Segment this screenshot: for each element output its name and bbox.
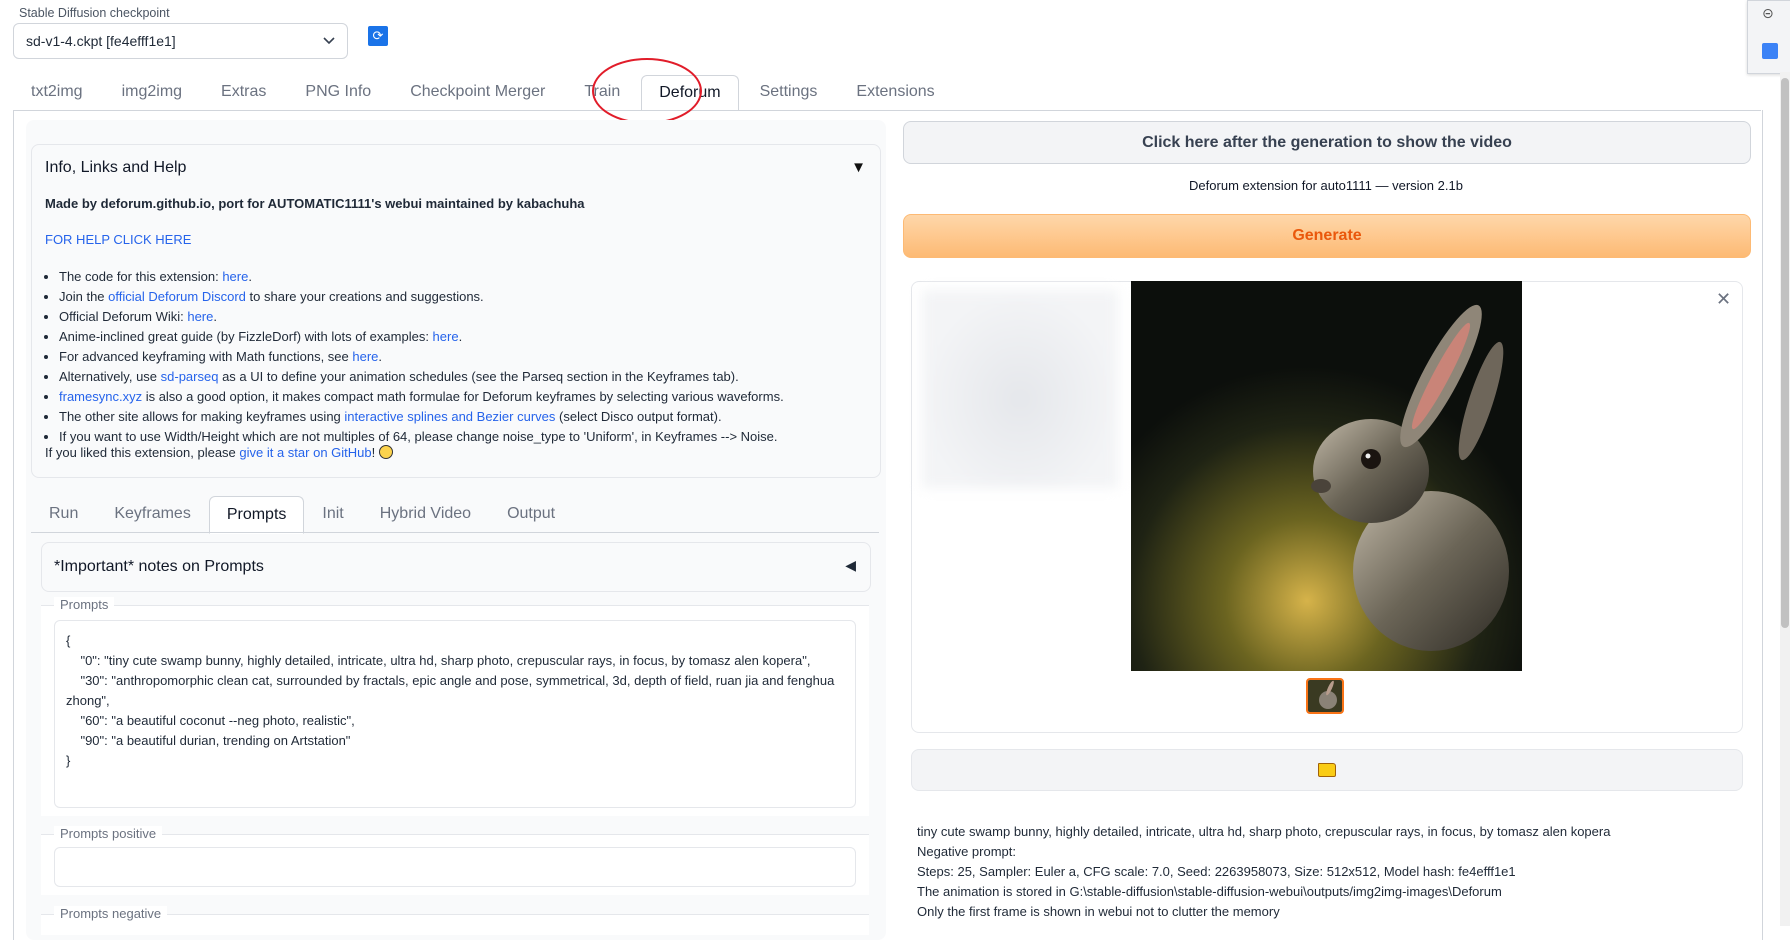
tab-settings[interactable]: Settings bbox=[742, 78, 836, 106]
triangle-down-icon[interactable]: ▼ bbox=[851, 159, 866, 176]
gallery-thumbnail[interactable] bbox=[1306, 678, 1344, 714]
tab-checkpoint-merger[interactable]: Checkpoint Merger bbox=[392, 78, 563, 106]
list-item: The other site allows for making keyfram… bbox=[59, 407, 784, 427]
discord-link[interactable]: official Deforum Discord bbox=[108, 289, 246, 304]
tab-run[interactable]: Run bbox=[31, 496, 96, 532]
sub-tabs-divider bbox=[31, 532, 879, 533]
tab-init[interactable]: Init bbox=[304, 496, 361, 532]
info-title[interactable]: Info, Links and Help bbox=[45, 159, 186, 177]
prompts-positive-label: Prompts positive bbox=[54, 826, 163, 841]
tab-img2img[interactable]: img2img bbox=[104, 78, 200, 106]
math-link[interactable]: here bbox=[352, 349, 378, 364]
show-video-button[interactable]: Click here after the generation to show … bbox=[903, 121, 1751, 164]
tab-output[interactable]: Output bbox=[489, 496, 573, 532]
tab-txt2img[interactable]: txt2img bbox=[13, 78, 101, 106]
checkpoint-group: Stable Diffusion checkpoint sd-v1-4.ckpt… bbox=[13, 6, 348, 59]
tab-extras[interactable]: Extras bbox=[203, 78, 284, 106]
checkpoint-select[interactable]: sd-v1-4.ckpt [fe4efff1e1] bbox=[13, 23, 348, 59]
info-accordion: Info, Links and Help ▼ Made by deforum.g… bbox=[31, 144, 881, 478]
info-line-prompt: tiny cute swamp bunny, highly detailed, … bbox=[917, 824, 1611, 839]
list-item: Join the official Deforum Discord to sha… bbox=[59, 287, 784, 307]
image-icon[interactable] bbox=[1762, 43, 1778, 59]
info-line-note: Only the first frame is shown in webui n… bbox=[917, 904, 1280, 919]
tab-extensions[interactable]: Extensions bbox=[838, 78, 952, 106]
folder-icon bbox=[1318, 763, 1336, 777]
prompts-label: Prompts bbox=[54, 597, 115, 612]
list-item: Anime-inclined great guide (by FizzleDor… bbox=[59, 327, 784, 347]
made-by-text: Made by deforum.github.io, port for AUTO… bbox=[45, 196, 585, 211]
info-links-list: The code for this extension: here. Join … bbox=[45, 267, 784, 447]
wiki-link[interactable]: here bbox=[187, 309, 213, 324]
sub-tab-bar: Run Keyframes Prompts Init Hybrid Video … bbox=[31, 496, 573, 534]
list-item: The code for this extension: here. bbox=[59, 267, 784, 287]
tab-keyframes[interactable]: Keyframes bbox=[96, 496, 208, 532]
checkpoint-label: Stable Diffusion checkpoint bbox=[19, 6, 170, 20]
generate-button[interactable]: Generate bbox=[903, 214, 1751, 258]
bunny-image bbox=[1131, 281, 1522, 671]
list-item: framesync.xyz is also a good option, it … bbox=[59, 387, 784, 407]
prompts-positive-textarea[interactable] bbox=[54, 847, 856, 887]
info-line-storage: The animation is stored in G:\stable-dif… bbox=[917, 884, 1502, 899]
splines-link[interactable]: interactive splines and Bezier curves bbox=[344, 409, 555, 424]
github-star-link[interactable]: give it a star on GitHub bbox=[239, 445, 371, 460]
close-icon[interactable]: ✕ bbox=[1716, 289, 1731, 310]
info-line-negative: Negative prompt: bbox=[917, 844, 1016, 859]
eye-icon[interactable]: ⊝ bbox=[1762, 5, 1774, 22]
list-item: Alternatively, use sd-parseq as a UI to … bbox=[59, 367, 784, 387]
prompts-textarea[interactable]: { "0": "tiny cute swamp bunny, highly de… bbox=[54, 620, 856, 808]
github-star-note: If you liked this extension, please give… bbox=[45, 445, 394, 460]
guide-link[interactable]: here bbox=[433, 329, 459, 344]
prompts-notes-accordion[interactable]: *Important* notes on Prompts ◀ bbox=[41, 542, 871, 592]
checkpoint-value: sd-v1-4.ckpt [fe4efff1e1] bbox=[26, 33, 176, 49]
tab-hybrid-video[interactable]: Hybrid Video bbox=[362, 496, 489, 532]
help-link[interactable]: FOR HELP CLICK HERE bbox=[45, 232, 191, 247]
list-item: If you want to use Width/Height which ar… bbox=[59, 427, 784, 447]
list-item: For advanced keyframing with Math functi… bbox=[59, 347, 784, 367]
prompts-negative-label: Prompts negative bbox=[54, 906, 168, 921]
parseq-link[interactable]: sd-parseq bbox=[161, 369, 219, 384]
tab-prompts[interactable]: Prompts bbox=[208, 496, 305, 534]
tab-png-info[interactable]: PNG Info bbox=[287, 78, 389, 106]
scrollbar-thumb[interactable] bbox=[1781, 78, 1789, 628]
notes-title: *Important* notes on Prompts bbox=[54, 558, 264, 575]
generated-image[interactable] bbox=[1131, 281, 1522, 671]
refresh-icon[interactable]: ⟳ bbox=[368, 26, 388, 46]
generation-info: tiny cute swamp bunny, highly detailed, … bbox=[917, 822, 1610, 922]
thumbnail-image bbox=[1308, 680, 1342, 712]
open-folder-button[interactable] bbox=[911, 749, 1743, 791]
code-link[interactable]: here bbox=[222, 269, 248, 284]
smiley-icon bbox=[379, 445, 394, 459]
version-text: Deforum extension for auto1111 — version… bbox=[1189, 178, 1463, 193]
info-line-params: Steps: 25, Sampler: Euler a, CFG scale: … bbox=[917, 864, 1516, 879]
triangle-left-icon: ◀ bbox=[845, 557, 856, 573]
floating-toolbar: ⊝ bbox=[1747, 0, 1790, 74]
list-item: Official Deforum Wiki: here. bbox=[59, 307, 784, 327]
blurred-preview bbox=[922, 290, 1118, 488]
framesync-link[interactable]: framesync.xyz bbox=[59, 389, 142, 404]
main-tab-bar: txt2img img2img Extras PNG Info Checkpoi… bbox=[13, 75, 956, 111]
chevron-down-icon bbox=[323, 37, 335, 45]
